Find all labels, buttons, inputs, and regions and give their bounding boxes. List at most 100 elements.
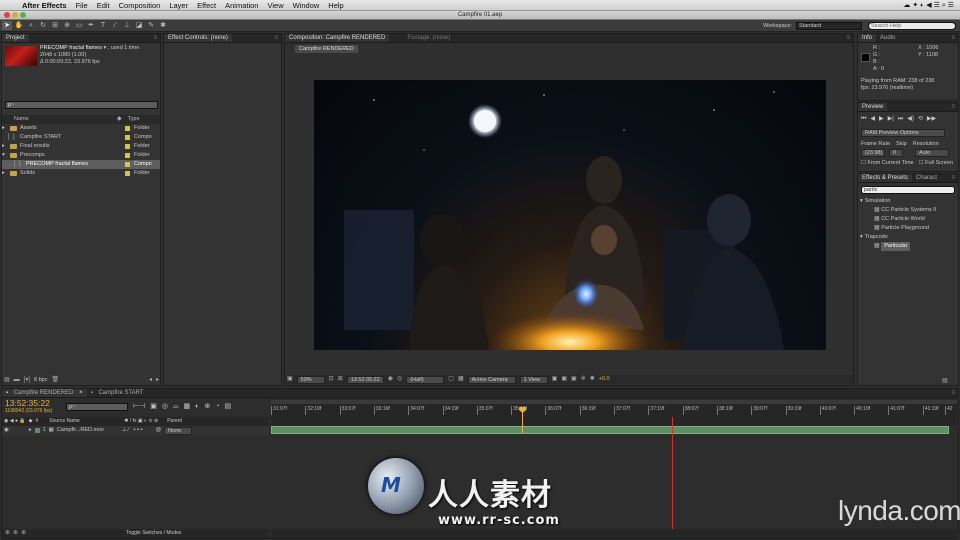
clone-tool-icon[interactable]: ⊥	[122, 21, 132, 30]
scroll-left-icon[interactable]: ◂	[149, 376, 152, 385]
menu-composition[interactable]: Composition	[119, 1, 161, 10]
list-item[interactable]: [ :] Campfire START Compo	[2, 133, 160, 142]
fast-preview-icon[interactable]: ▣	[561, 375, 567, 384]
menu-file[interactable]: File	[76, 1, 88, 10]
tab-timeline-campfire-start[interactable]: ▪ Campfire START	[87, 389, 152, 397]
timeline-layer-row[interactable]: ◉ ▸ 1 ▦ Campfir...RED.mov ⊥ ⁄ ▪ ▪ ▪ @ No…	[2, 426, 269, 435]
panel-menu-icon[interactable]: ≡	[947, 103, 958, 111]
panel-menu-icon[interactable]: ≡	[947, 389, 958, 397]
snapshot-icon[interactable]: ◉	[388, 375, 393, 384]
comp-flowchart-icon[interactable]: ⊕	[5, 529, 10, 538]
comp-mini-flowchart-icon[interactable]: ⊢⊣	[133, 402, 145, 411]
roto-brush-tool-icon[interactable]: ✎	[146, 21, 156, 30]
new-comp-icon[interactable]: [▾]	[24, 376, 30, 385]
new-folder-icon[interactable]: ▬	[14, 376, 20, 385]
tab-effects-presets[interactable]: Effects & Presets	[858, 174, 912, 182]
brainstorm-icon[interactable]: ◔	[215, 402, 219, 411]
live-update-icon[interactable]: ▣	[150, 402, 157, 411]
view-layout-select[interactable]: 1 View	[519, 375, 548, 384]
expand-switches-icon[interactable]: ⊕	[13, 529, 18, 538]
comp-sub-tab[interactable]: Campfire RENDERED	[295, 45, 358, 53]
loop-icon[interactable]: ⟲	[918, 115, 923, 124]
close-window-icon[interactable]	[4, 12, 10, 18]
menu-animation[interactable]: Animation	[225, 1, 258, 10]
transparency-grid-icon[interactable]: ▦	[458, 375, 464, 384]
interpret-footage-icon[interactable]: ▤	[4, 376, 10, 385]
workspace-select[interactable]: Standard	[796, 21, 862, 30]
col-type-header[interactable]: Type	[122, 115, 140, 124]
current-time-indicator[interactable]	[519, 407, 527, 433]
menu-edit[interactable]: Edit	[97, 1, 110, 10]
chart-icon[interactable]: ▤	[224, 402, 231, 411]
last-frame-icon[interactable]: ⏭	[898, 115, 903, 124]
list-item[interactable]: ▸ Solids Folder	[2, 169, 160, 178]
tab-timeline-campfire-rendered[interactable]: ▪ Campfire RENDERED ×	[2, 389, 87, 397]
full-screen-checkbox[interactable]: ☐ Full Screen	[919, 160, 953, 166]
bpc-button[interactable]: 8 bpc	[34, 376, 47, 385]
list-item[interactable]: ▸ Final results Folder	[2, 142, 160, 151]
status-icons[interactable]: ☁ ✦ ◐ ◀︎ ☰ ⌕ ☰	[903, 1, 954, 10]
skip-select[interactable]: 0	[889, 149, 903, 157]
audio-icon[interactable]: ◀︎)	[907, 115, 914, 124]
current-time-field[interactable]: 13:52:35:22	[346, 375, 384, 384]
pickwhip-icon[interactable]: @	[156, 426, 162, 435]
pen-tool-icon[interactable]: ✒	[86, 21, 96, 30]
parent-select[interactable]: None	[164, 426, 193, 435]
ram-preview-icon[interactable]: ▶▶	[927, 115, 936, 124]
camera-tool-icon[interactable]: ⊞	[50, 21, 60, 30]
scroll-right-icon[interactable]: ▸	[156, 376, 159, 385]
panel-menu-icon[interactable]: ≡	[947, 174, 958, 182]
frame-blending-icon[interactable]: ▦	[183, 402, 190, 411]
first-frame-icon[interactable]: ⏮	[861, 115, 866, 124]
tab-footage[interactable]: Footage: (none)	[403, 34, 454, 42]
eraser-tool-icon[interactable]: ◪	[134, 21, 144, 30]
graph-editor-icon[interactable]: ⊕	[204, 402, 210, 411]
tab-project[interactable]: Project	[2, 34, 29, 42]
hand-tool-icon[interactable]: ✋	[14, 21, 24, 30]
flowchart-icon[interactable]: ✲	[581, 375, 586, 384]
new-bin-icon[interactable]: ▤	[942, 377, 948, 384]
menu-view[interactable]: View	[267, 1, 283, 10]
tree-item[interactable]: ▦ CC Particle Systems II	[860, 206, 956, 215]
col-parent[interactable]: Parent	[167, 417, 182, 426]
tree-group[interactable]: ▾ Simulation	[860, 197, 956, 206]
draft-3d-icon[interactable]: ◎	[162, 402, 168, 411]
frame-rate-select[interactable]: (23.98)	[861, 149, 885, 157]
tree-group[interactable]: ▾ Trapcode	[860, 233, 956, 242]
next-frame-icon[interactable]: ▶︎|	[888, 115, 894, 124]
menu-effect[interactable]: Effect	[197, 1, 216, 10]
brush-tool-icon[interactable]: ⁄	[110, 21, 120, 30]
tab-info[interactable]: Info	[858, 34, 877, 42]
expand-modes-icon[interactable]: ⊕	[21, 529, 26, 538]
panel-menu-icon[interactable]: ≡	[270, 34, 281, 42]
col-source-name[interactable]: Source Name	[41, 417, 121, 426]
rotate-tool-icon[interactable]: ↻	[38, 21, 48, 30]
from-current-time-checkbox[interactable]: ☐ From Current Time	[861, 160, 914, 166]
time-ruler[interactable]: 31:07f 32:19f 33:07f 33:19f 34:07f 34:19f 35:0…	[271, 399, 957, 417]
panel-menu-icon[interactable]: ≡	[149, 34, 160, 42]
zoom-window-icon[interactable]	[20, 12, 26, 18]
col-name-header[interactable]: Name	[2, 115, 117, 124]
puppet-tool-icon[interactable]: ✱	[158, 21, 168, 30]
safe-margins-icon[interactable]: ⊞	[338, 375, 343, 384]
tree-item[interactable]: ▦ CC Particle World	[860, 215, 956, 224]
selection-tool-icon[interactable]: ➤	[2, 21, 12, 30]
tree-item-selected[interactable]: ▦ Particular	[860, 242, 956, 251]
timeline-icon[interactable]: ▣	[571, 375, 577, 384]
shy-icon[interactable]: ⌓	[173, 402, 179, 411]
always-preview-icon[interactable]: ▣	[287, 375, 293, 384]
panel-menu-icon[interactable]: ≡	[947, 34, 958, 42]
eye-icon[interactable]: ◉	[4, 426, 9, 435]
fit-icon[interactable]: ⊡	[329, 375, 334, 384]
timeline-timecode[interactable]: 13:52:35:22	[5, 399, 52, 408]
motion-blur-icon[interactable]: ◐	[195, 402, 199, 411]
toggle-pixel-icon[interactable]: ▣	[552, 375, 558, 384]
type-tool-icon[interactable]: T	[98, 21, 108, 30]
resolution-select[interactable]: (Half)	[406, 375, 445, 384]
zoom-tool-icon[interactable]: ⌕	[26, 21, 36, 30]
list-item[interactable]: ▸ Assets Folder	[2, 124, 160, 133]
layer-name[interactable]: Campfir...RED.mov	[57, 426, 119, 435]
exposure-value[interactable]: +0.0	[599, 375, 610, 384]
tab-audio[interactable]: Audio	[876, 34, 899, 42]
trash-icon[interactable]: 🗑	[52, 376, 60, 385]
